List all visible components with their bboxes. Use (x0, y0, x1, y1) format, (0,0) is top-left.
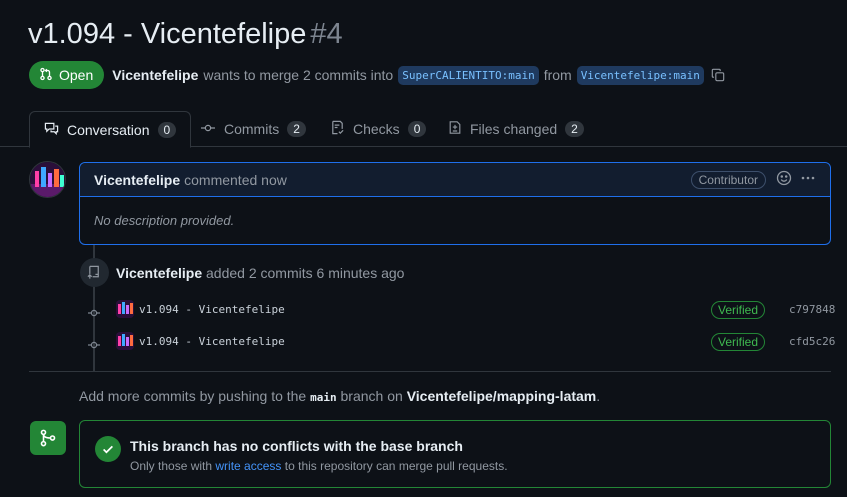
pr-number: #4 (310, 18, 343, 50)
head-branch-label[interactable]: Vicentefelipe:main (576, 65, 704, 85)
merge-status-box: This branch has no conflicts with the ba… (79, 420, 831, 488)
copy-icon[interactable] (711, 68, 725, 82)
pr-title-text: v1.094 - Vicentefelipe (28, 18, 307, 50)
commit-author-avatar[interactable] (116, 300, 134, 318)
commit-sha-link[interactable]: c797848 (789, 303, 835, 316)
tab-counter: 2 (287, 121, 306, 137)
smiley-icon[interactable] (776, 170, 792, 189)
git-commit-icon (88, 305, 100, 321)
git-pull-request-icon (39, 67, 53, 84)
push-hint-prefix: Add more commits by pushing to the (79, 388, 307, 404)
tab-label: Conversation (67, 121, 150, 138)
comment-box: Vicentefelipe commented now Contributor … (79, 162, 831, 245)
git-commit-icon (200, 121, 216, 138)
commit-message-link[interactable]: v1.094 - Vicentefelipe (139, 303, 285, 316)
state-badge-open: Open (29, 61, 105, 89)
comment-discussion-icon (44, 121, 59, 139)
from-text: from (543, 67, 572, 83)
comment-body: No description provided. (94, 213, 235, 228)
merge-status-subtitle: Only those with write access to this rep… (130, 459, 508, 473)
commit-sha-link[interactable]: cfd5c26 (789, 335, 835, 348)
push-hint-suffix: . (596, 388, 601, 404)
commit-row: v1.094 - Vicentefelipe Verified c797848 (0, 299, 847, 321)
merge-sub-prefix: Only those with (130, 459, 213, 473)
timeline-divider (29, 371, 831, 372)
pr-author-link[interactable]: Vicentefelipe (112, 67, 198, 83)
event-author-link[interactable]: Vicentefelipe (116, 265, 202, 281)
avatar[interactable] (29, 161, 66, 198)
tab-files-changed[interactable]: Files changed 2 (434, 111, 598, 147)
tab-conversation[interactable]: Conversation 0 (29, 111, 192, 148)
push-hint-branch: main (310, 391, 337, 404)
merge-text: wants to merge 2 commits into (203, 67, 394, 83)
comment-action: commented now (184, 171, 287, 188)
tab-label: Commits (224, 121, 280, 137)
push-hint-middle: branch on (340, 388, 403, 404)
tab-counter: 2 (565, 121, 584, 137)
contributor-badge: Contributor (690, 170, 766, 189)
check-circle-icon (95, 436, 121, 462)
write-access-link[interactable]: write access (215, 459, 281, 473)
commit-message-link[interactable]: v1.094 - Vicentefelipe (139, 335, 285, 348)
pr-tabs: Conversation 0 Commits 2 Checks 0 Files … (0, 111, 847, 148)
comment-author-link[interactable]: Vicentefelipe (94, 172, 180, 188)
base-branch-label[interactable]: SuperCALIENTITO:main (398, 65, 539, 85)
pr-status-row: Open Vicentefelipe wants to merge 2 comm… (29, 61, 725, 89)
comment-header: Vicentefelipe commented now Contributor (80, 163, 830, 197)
merge-meta: Vicentefelipe wants to merge 2 commits i… (112, 65, 725, 85)
verified-badge[interactable]: Verified (711, 333, 766, 351)
merge-status-title: This branch has no conflicts with the ba… (130, 438, 463, 454)
comment-actions (776, 170, 816, 189)
commits-added-event: Vicentefelipe added 2 commits 6 minutes … (116, 265, 404, 281)
repo-link[interactable]: Vicentefelipe/mapping-latam (407, 388, 597, 404)
checklist-icon (330, 120, 345, 138)
event-text: added 2 commits 6 minutes ago (206, 265, 405, 281)
merge-sub-suffix: to this repository can merge pull reques… (284, 459, 508, 473)
commit-row: v1.094 - Vicentefelipe Verified cfd5c26 (0, 331, 847, 353)
verified-badge[interactable]: Verified (711, 301, 766, 319)
pr-title: v1.094 - Vicentefelipe #4 (28, 18, 343, 51)
file-diff-icon (448, 120, 462, 138)
tab-label: Checks (353, 121, 400, 137)
tab-label: Files changed (470, 121, 558, 137)
commit-author-avatar[interactable] (116, 332, 134, 350)
push-hint: Add more commits by pushing to the main … (79, 388, 600, 404)
tab-commits[interactable]: Commits 2 (186, 111, 320, 147)
git-merge-icon (30, 421, 66, 455)
kebab-horizontal-icon[interactable] (800, 170, 816, 189)
repo-push-icon (80, 258, 109, 287)
state-label: Open (59, 67, 94, 83)
tab-counter: 0 (157, 121, 177, 138)
tab-checks[interactable]: Checks 0 (316, 111, 440, 147)
git-commit-icon (88, 337, 100, 353)
tab-counter: 0 (407, 121, 427, 137)
